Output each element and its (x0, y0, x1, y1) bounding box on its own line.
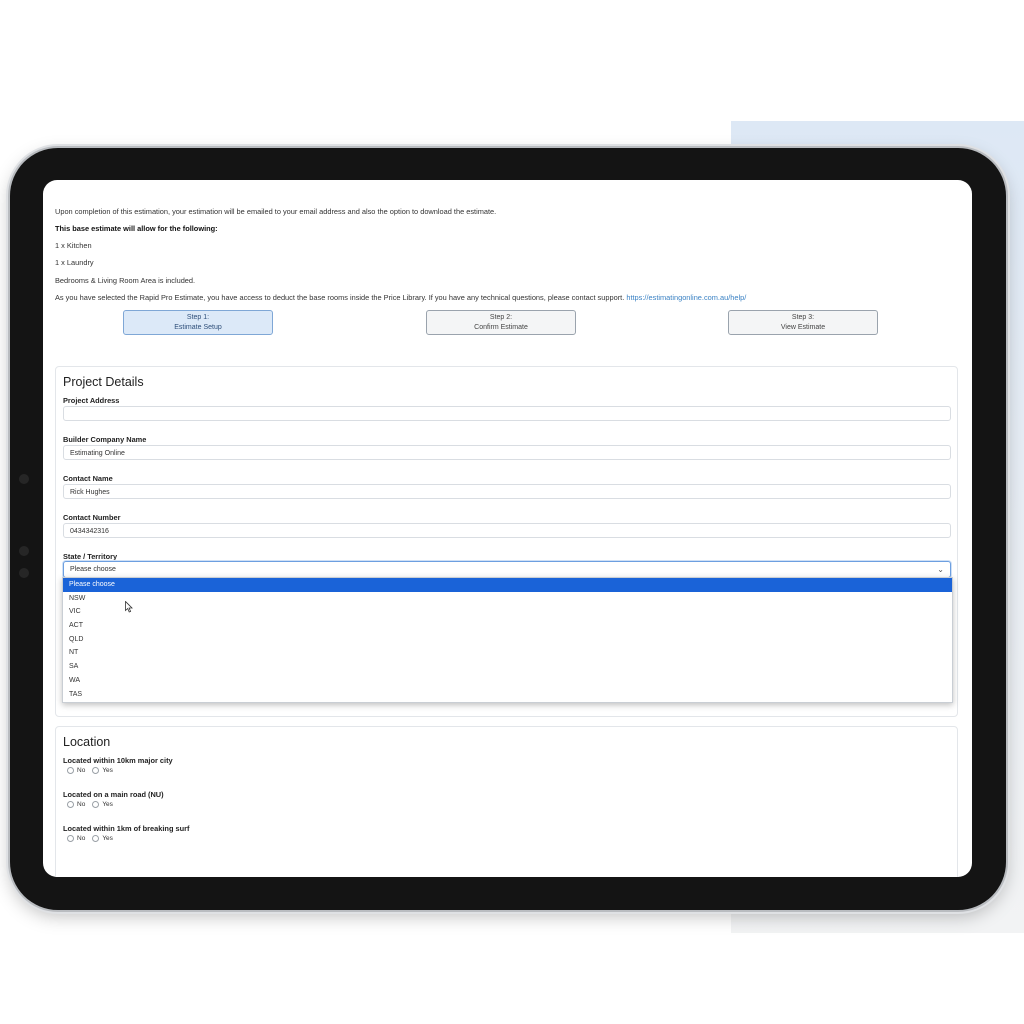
sensor-icon (19, 546, 29, 556)
within-10km-city-no-radio[interactable] (67, 767, 74, 774)
project-address-input[interactable] (63, 406, 951, 421)
state-option-sa[interactable]: SA (63, 660, 952, 674)
state-option-wa[interactable]: WA (63, 674, 952, 688)
state-dropdown-list: Please choose NSW VIC ACT QLD NT SA WA T… (62, 577, 953, 703)
app-screen: Upon completion of this estimation, your… (43, 180, 972, 877)
step-1-button[interactable]: Step 1: Estimate Setup (123, 310, 273, 335)
breaking-surf-label: Located within 1km of breaking surf (63, 824, 190, 833)
main-road-no-radio[interactable] (67, 801, 74, 808)
breaking-surf-yes-radio[interactable] (92, 835, 100, 842)
contact-name-input[interactable]: Rick Hughes (63, 484, 951, 499)
main-road-radio-group: No Yes (67, 801, 113, 808)
chevron-down-icon: ⌄ (937, 565, 944, 574)
camera-icon (19, 474, 29, 484)
state-option-vic[interactable]: VIC (63, 605, 952, 619)
state-territory-label: State / Territory (63, 552, 118, 561)
sensor-icon-2 (19, 568, 29, 578)
laundry-item: 1 x Laundry (55, 258, 94, 267)
allow-heading: This base estimate will allow for the fo… (55, 224, 218, 233)
project-address-label: Project Address (63, 396, 120, 405)
location-card: Location Located within 10km major city … (55, 726, 958, 877)
mouse-cursor-icon (125, 601, 133, 613)
contact-number-label: Contact Number (63, 513, 121, 522)
completion-text: Upon completion of this estimation, your… (55, 207, 497, 216)
breaking-surf-radio-group: No Yes (67, 835, 113, 842)
support-text: As you have selected the Rapid Pro Estim… (55, 293, 747, 302)
bedrooms-item: Bedrooms & Living Room Area is included. (55, 276, 196, 285)
contact-name-label: Contact Name (63, 474, 113, 483)
state-option-please-choose[interactable]: Please choose (63, 578, 952, 592)
kitchen-item: 1 x Kitchen (55, 241, 92, 250)
state-option-nsw[interactable]: NSW (63, 592, 952, 606)
state-option-nt[interactable]: NT (63, 646, 952, 660)
state-territory-select[interactable]: Please choose ⌄ (63, 561, 951, 578)
state-option-qld[interactable]: QLD (63, 633, 952, 647)
state-option-act[interactable]: ACT (63, 619, 952, 633)
within-10km-city-label: Located within 10km major city (63, 756, 173, 765)
support-link[interactable]: https://estimatingonline.com.au/help/ (626, 293, 746, 302)
within-10km-city-yes-radio[interactable] (92, 767, 100, 774)
builder-company-label: Builder Company Name (63, 435, 147, 444)
main-road-label: Located on a main road (NU) (63, 790, 164, 799)
state-option-tas[interactable]: TAS (63, 688, 952, 702)
builder-company-input[interactable]: Estimating Online (63, 445, 951, 460)
step-3-button[interactable]: Step 3: View Estimate (728, 310, 878, 335)
contact-number-input[interactable]: 0434342316 (63, 523, 951, 538)
project-details-title: Project Details (63, 375, 144, 389)
location-title: Location (63, 735, 111, 749)
step-2-button[interactable]: Step 2: Confirm Estimate (426, 310, 576, 335)
within-10km-city-radio-group: No Yes (67, 767, 113, 774)
breaking-surf-no-radio[interactable] (67, 835, 74, 842)
main-road-yes-radio[interactable] (92, 801, 100, 808)
